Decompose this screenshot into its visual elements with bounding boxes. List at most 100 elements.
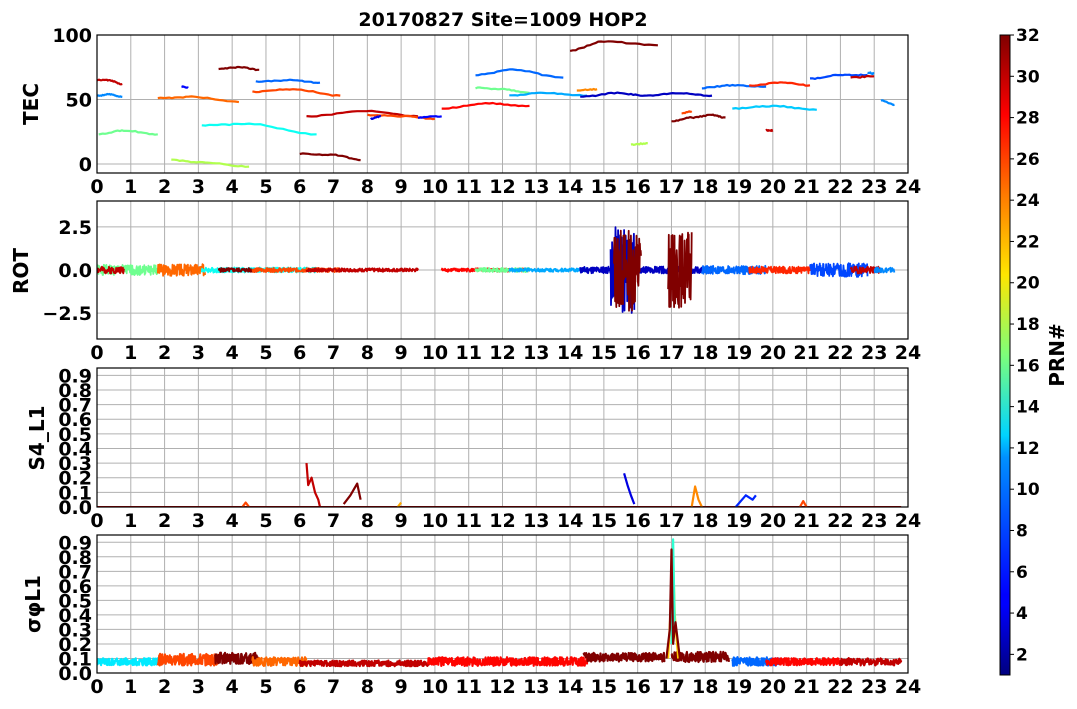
series-prn-3 [580, 91, 713, 98]
colorbar-tick-label: 4 [1016, 604, 1028, 624]
colorbar-tick-label: 10 [1016, 480, 1040, 500]
x-tick-label: 0 [90, 342, 103, 364]
colorbar-ticks: 2468101214161820222426283032 [1010, 26, 1040, 665]
series-prn-26 [156, 652, 220, 667]
x-tick-label: 12 [489, 676, 515, 698]
x-tick-label: 20 [760, 676, 786, 698]
x-tick-label: 21 [793, 510, 819, 532]
y-axis-label: TEC [19, 83, 43, 125]
panel-1: 0 1 2 3 4 5 6 7 8 9 10 11 12 13 14 15 16 17 18 19 20 21 22 23 24… [19, 25, 921, 198]
x-tick-label: 8 [361, 176, 374, 198]
x-tick-label: 18 [692, 342, 718, 364]
x-tick-label: 0 [90, 510, 103, 532]
x-tick-label: 4 [226, 342, 239, 364]
colorbar-tick-label: 32 [1016, 26, 1040, 46]
x-tick-label: 23 [861, 176, 887, 198]
series-prn-9 [97, 92, 123, 98]
x-tick-label: 21 [793, 176, 819, 198]
x-tick-label: 16 [624, 342, 650, 364]
colorbar-tick-label: 8 [1016, 521, 1028, 541]
y-axis-label: σφL1 [21, 575, 45, 633]
x-tick-label: 21 [793, 342, 819, 364]
y-tick-label: 0.0 [58, 260, 92, 282]
x-tick-label: 4 [226, 176, 239, 198]
x-tick-label: 12 [489, 176, 515, 198]
colorbar-tick-label: 26 [1016, 150, 1040, 170]
x-tick-label: 7 [327, 176, 340, 198]
series-prn-30 [305, 267, 419, 273]
series-prn-24 [576, 87, 598, 92]
x-tick-label: 14 [557, 676, 583, 698]
x-tick-label: 7 [327, 676, 340, 698]
x-tick-label: 6 [293, 510, 306, 532]
x-tick-label: 24 [895, 676, 921, 698]
x-tick-label: 17 [658, 176, 684, 198]
series-prn-30 [97, 78, 123, 86]
x-tick-label: 19 [726, 342, 752, 364]
series-group [97, 463, 902, 507]
series-prn-32 [569, 40, 658, 52]
x-tick-label: 6 [293, 342, 306, 364]
x-tick-label: 13 [523, 676, 549, 698]
x-tick-label: 19 [726, 510, 752, 532]
series-prn-32 [342, 482, 362, 505]
y-tick-label: 0 [79, 154, 92, 176]
colorbar-tick-label: 24 [1016, 191, 1040, 211]
x-tick-labels: 0 1 2 3 4 5 6 7 8 9 10 11 12 13 14 15 16 17 18 19 20 21 22 23 24 [90, 676, 921, 698]
grid [96, 535, 909, 674]
x-tick-label: 1 [124, 176, 137, 198]
x-tick-label: 15 [591, 676, 617, 698]
colorbar-tick-label: 22 [1016, 232, 1040, 252]
x-tick-label: 13 [523, 176, 549, 198]
x-tick-label: 2 [158, 342, 171, 364]
x-tick-label: 7 [327, 342, 340, 364]
series-group [97, 40, 895, 168]
series-group [97, 226, 896, 314]
x-tick-labels: 0 1 2 3 4 5 6 7 8 9 10 11 12 13 14 15 16 17 18 19 20 21 22 23 24 [90, 176, 921, 198]
x-tick-label: 23 [861, 676, 887, 698]
x-tick-label: 9 [395, 510, 408, 532]
colorbar-tick-label: 6 [1016, 563, 1028, 583]
series-prn-24 [690, 485, 703, 507]
x-tick-labels: 0 1 2 3 4 5 6 7 8 9 10 11 12 13 14 15 16 17 18 19 20 21 22 23 24 [90, 342, 921, 364]
x-tick-label: 21 [793, 676, 819, 698]
y-tick-label: 2.5 [58, 217, 92, 239]
y-tick-label: −2.5 [42, 303, 92, 325]
x-tick-label: 17 [658, 510, 684, 532]
y-axis-label: ROT [9, 248, 33, 294]
panel-3: 0 1 2 3 4 5 6 7 8 9 10 11 12 13 14 15 16 17 18 19 20 21 22 23 24… [25, 365, 921, 532]
series-prn-9 [866, 71, 875, 76]
x-tick-label: 11 [455, 342, 481, 364]
x-tick-labels: 0 1 2 3 4 5 6 7 8 9 10 11 12 13 14 15 16 17 18 19 20 21 22 23 24 [90, 510, 921, 532]
series-prn-30 [298, 659, 430, 668]
chart-panels: 0 1 2 3 4 5 6 7 8 9 10 11 12 13 14 15 16 17 18 19 20 21 22 23 24… [9, 25, 921, 698]
x-tick-label: 14 [557, 510, 583, 532]
series-prn-30 [305, 463, 322, 507]
series-prn-32 [582, 651, 666, 663]
x-tick-label: 10 [422, 676, 448, 698]
x-tick-label: 0 [90, 676, 103, 698]
y-tick-label: 50 [66, 89, 92, 111]
chart-figure: 20170827 Site=1009 HOP2 0 1 2 3 4 5 6 7 8 9 10 11 12… [9, 9, 1069, 698]
colorbar-tick-label: 18 [1016, 315, 1040, 335]
x-tick-label: 18 [692, 510, 718, 532]
x-tick-label: 7 [327, 510, 340, 532]
x-tick-label: 15 [591, 342, 617, 364]
x-tick-label: 5 [259, 510, 272, 532]
x-tick-label: 15 [591, 176, 617, 198]
series-prn-10 [509, 91, 588, 97]
x-tick-label: 18 [692, 676, 718, 698]
x-tick-label: 2 [158, 176, 171, 198]
colorbar-tick-label: 12 [1016, 439, 1040, 459]
series-prn-8 [475, 68, 564, 79]
series-prn-12 [97, 657, 159, 667]
series-group [97, 538, 903, 668]
series-prn-28 [427, 656, 589, 667]
x-tick-label: 0 [90, 176, 103, 198]
series-prn-30 [765, 128, 774, 132]
series-prn-18 [630, 142, 648, 146]
x-tick-label: 3 [192, 510, 205, 532]
x-tick-label: 1 [124, 342, 137, 364]
x-tick-label: 16 [624, 176, 650, 198]
x-tick-label: 11 [455, 676, 481, 698]
